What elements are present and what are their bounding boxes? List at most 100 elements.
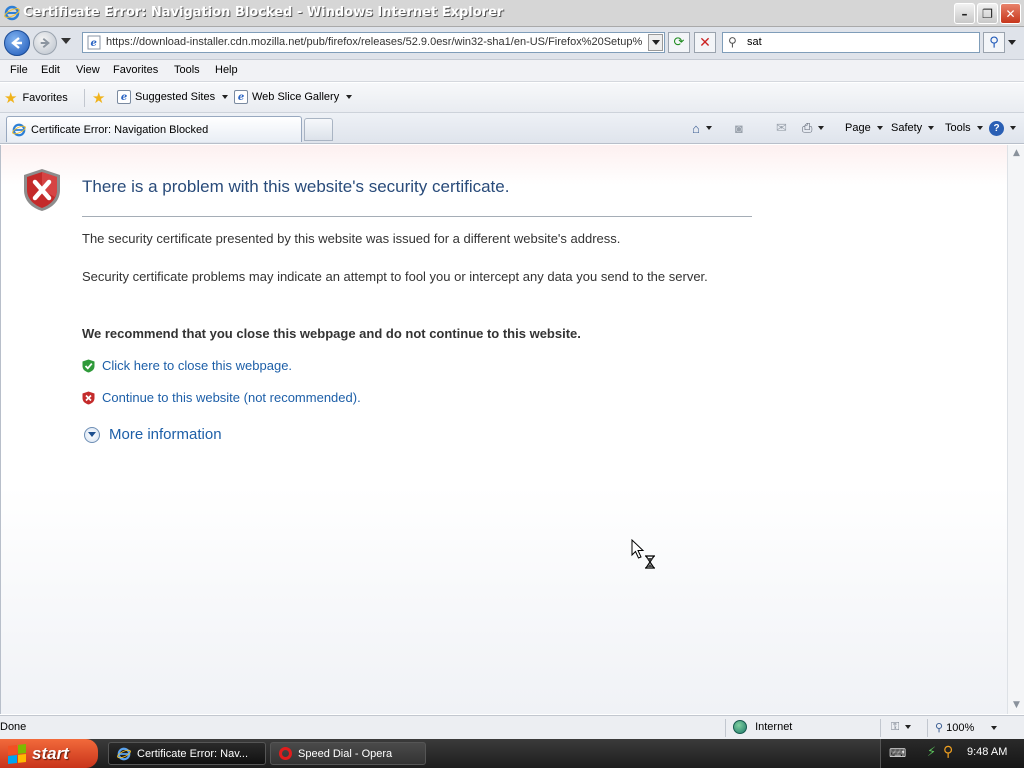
chevron-down-icon <box>991 726 998 731</box>
home-button[interactable]: ⌂ <box>692 119 712 137</box>
menu-view[interactable]: View <box>76 64 100 76</box>
error-warning-text: Security certificate problems may indica… <box>82 269 708 284</box>
tab-certificate-error[interactable]: Certificate Error: Navigation Blocked <box>6 116 302 142</box>
forward-button[interactable] <box>33 31 57 55</box>
search-input[interactable]: ⚲ sat <box>722 32 980 53</box>
status-bar: Done Internet ⚿ ⚲ 100% <box>0 715 1024 739</box>
rss-feed-icon: ◙ <box>735 120 743 136</box>
error-description: The security certificate presented by th… <box>82 231 621 246</box>
ie-page-icon: e <box>117 90 131 104</box>
page-ie-icon: e <box>87 35 101 50</box>
internet-explorer-icon <box>117 747 131 760</box>
page-menu-label: Page <box>845 122 871 134</box>
tools-menu-label: Tools <box>945 122 971 134</box>
globe-icon <box>733 720 747 734</box>
new-tab-button[interactable] <box>304 118 333 141</box>
close-webpage-label[interactable]: Click here to close this webpage. <box>102 358 292 373</box>
opera-icon <box>279 747 292 760</box>
chevron-down-icon <box>346 95 353 99</box>
taskbar-item-opera[interactable]: Speed Dial - Opera <box>270 742 426 765</box>
search-button[interactable]: ⚲ <box>983 32 1005 53</box>
back-button[interactable] <box>4 30 30 56</box>
safety-menu-label: Safety <box>891 122 923 134</box>
recent-pages-dropdown[interactable] <box>61 38 71 44</box>
clock[interactable]: 9:48 AM <box>967 746 1007 758</box>
chevron-down-icon <box>928 126 935 130</box>
tab-bar: Certificate Error: Navigation Blocked ⌂ … <box>0 113 1024 144</box>
printer-icon: ⎙ <box>802 120 813 135</box>
taskbar-item-internet-explorer[interactable]: Certificate Error: Nav... <box>108 742 266 765</box>
home-icon: ⌂ <box>692 120 700 136</box>
error-shield-icon <box>24 169 60 211</box>
vertical-scrollbar[interactable]: ▲ ▼ <box>1007 145 1024 714</box>
feeds-button[interactable]: ◙ <box>735 119 743 137</box>
back-arrow-icon <box>11 37 22 49</box>
safety-menu-button[interactable]: Safety <box>891 119 935 137</box>
minimize-button[interactable]: – <box>954 3 975 24</box>
tools-menu-button[interactable]: Tools <box>945 119 983 137</box>
address-url[interactable]: https://download-installer.cdn.mozilla.n… <box>106 36 646 48</box>
navigation-bar: e https://download-installer.cdn.mozilla… <box>0 27 1024 60</box>
divider <box>725 719 726 737</box>
favorite-link-web-slice-gallery[interactable]: e Web Slice Gallery <box>234 90 353 104</box>
menu-help[interactable]: Help <box>215 64 238 76</box>
read-mail-button[interactable]: ✉ <box>776 119 787 137</box>
stop-button[interactable]: ✕ <box>694 32 716 53</box>
chevron-down-icon <box>1010 126 1016 130</box>
menu-favorites[interactable]: Favorites <box>113 64 158 76</box>
divider <box>880 719 881 737</box>
restore-button[interactable]: ❐ <box>977 3 998 24</box>
refresh-icon: ⟳ <box>673 35 685 50</box>
refresh-button[interactable]: ⟳ <box>668 32 690 53</box>
help-button[interactable]: ? <box>989 119 1016 137</box>
chevron-down-icon <box>1008 40 1016 45</box>
favorites-button[interactable]: ★ Favorites <box>4 88 68 108</box>
chevron-down-icon <box>905 725 912 730</box>
divider <box>84 89 85 107</box>
print-button[interactable]: ⎙ <box>802 119 825 137</box>
close-window-button[interactable]: ✕ <box>1000 3 1021 24</box>
svg-text:e: e <box>91 38 97 49</box>
search-icon: ⚲ <box>989 35 999 50</box>
internet-explorer-icon <box>12 123 26 136</box>
star-icon: ★ <box>4 89 18 107</box>
address-dropdown[interactable] <box>648 34 663 51</box>
chevron-down-icon <box>876 126 883 130</box>
divider <box>927 719 928 737</box>
title-bar[interactable]: Certificate Error: Navigation Blocked - … <box>0 0 1024 27</box>
page-menu-button[interactable]: Page <box>845 119 883 137</box>
protected-mode-button[interactable]: ⚿ <box>891 721 912 734</box>
menu-tools[interactable]: Tools <box>174 64 200 76</box>
taskbar-item-label: Certificate Error: Nav... <box>137 747 249 760</box>
start-button[interactable]: start <box>0 739 98 768</box>
favorites-bar: ★ Favorites ★ e Suggested Sites e Web Sl… <box>0 83 1024 113</box>
recommendation-text: We recommend that you close this webpage… <box>82 326 581 341</box>
close-webpage-link[interactable]: Click here to close this webpage. <box>82 358 292 373</box>
search-tray-icon[interactable]: ⚲ <box>943 744 953 760</box>
zoom-control[interactable]: ⚲ 100% <box>935 721 998 734</box>
scroll-up-icon[interactable]: ▲ <box>1011 148 1022 159</box>
windows-logo-icon <box>8 743 26 764</box>
menu-bar: File Edit View Favorites Tools Help <box>0 60 1024 82</box>
start-label: start <box>32 743 69 763</box>
search-options-dropdown[interactable] <box>1006 32 1018 53</box>
page-title: There is a problem with this website's s… <box>82 177 510 196</box>
mail-icon: ✉ <box>776 120 787 135</box>
address-input[interactable]: e https://download-installer.cdn.mozilla… <box>82 32 665 53</box>
search-value[interactable]: sat <box>747 36 762 48</box>
chevron-down-icon <box>651 40 660 45</box>
keyboard-icon[interactable]: ⌨ <box>889 746 906 760</box>
menu-file[interactable]: File <box>10 64 28 76</box>
more-information-label[interactable]: More information <box>109 426 222 443</box>
continue-website-label[interactable]: Continue to this website (not recommende… <box>102 390 361 405</box>
security-zone[interactable]: Internet <box>733 720 792 734</box>
add-to-favorites-icon[interactable]: ★ <box>92 89 105 107</box>
scroll-down-icon[interactable]: ▼ <box>1011 700 1022 711</box>
green-shield-check-icon <box>82 359 95 372</box>
red-shield-x-icon <box>82 391 95 404</box>
menu-edit[interactable]: Edit <box>41 64 60 76</box>
continue-website-link[interactable]: Continue to this website (not recommende… <box>82 390 361 405</box>
more-information-toggle[interactable]: More information <box>84 426 222 443</box>
network-icon[interactable]: ⚡ <box>927 745 936 760</box>
favorite-link-suggested-sites[interactable]: e Suggested Sites <box>117 90 229 104</box>
